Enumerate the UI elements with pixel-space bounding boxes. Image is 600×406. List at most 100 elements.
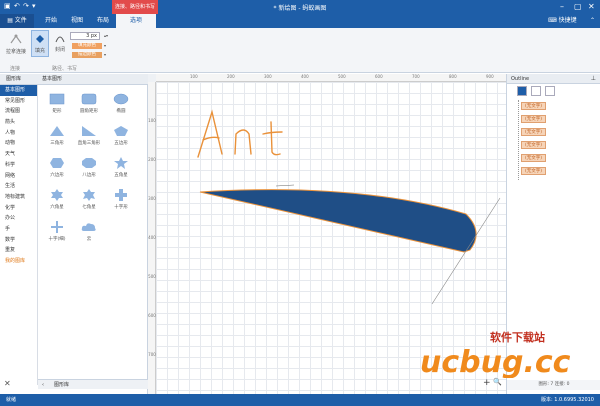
filled-blade-shape[interactable] xyxy=(199,189,477,253)
category-item[interactable]: 基本图形 xyxy=(0,85,37,96)
shape-star6[interactable]: 六角星 xyxy=(42,187,72,215)
library-header: 图形库 xyxy=(0,74,38,85)
zoom-search-icon[interactable]: 🔍 xyxy=(493,378,502,386)
outline-item[interactable]: (无文字) xyxy=(521,128,547,136)
category-item[interactable]: 化学 xyxy=(0,203,37,214)
category-item[interactable]: 天气 xyxy=(0,149,37,160)
shape-right-triangle[interactable]: 直角三角形 xyxy=(74,123,104,151)
ruler-tick: 100 xyxy=(190,74,198,79)
outline-refresh-icon[interactable] xyxy=(545,86,555,96)
version-text: 版本: 1.0.6995.32010 xyxy=(540,397,594,403)
shape-rounded-rect[interactable]: 圆角矩形 xyxy=(74,91,104,119)
right-triangle-icon xyxy=(82,126,96,136)
category-item[interactable]: 地标建筑 xyxy=(0,192,37,203)
tab-layout[interactable]: 布局 xyxy=(90,14,116,28)
shape-hexagon[interactable]: 六边形 xyxy=(42,155,72,183)
fill-color-button[interactable]: 填充颜色 xyxy=(72,43,102,49)
close-path-icon xyxy=(55,36,65,43)
outline-item[interactable]: (无文字) xyxy=(521,141,547,149)
shortcut-link[interactable]: ⌨ 快捷键 xyxy=(548,14,577,28)
star7-icon xyxy=(83,189,95,201)
window-title: * 新绘图 - 蚂蚁画图 xyxy=(273,5,327,12)
outline-item[interactable]: (无文字) xyxy=(521,167,547,175)
category-item[interactable]: 常见图形 xyxy=(0,96,37,107)
category-item[interactable]: 办公 xyxy=(0,213,37,224)
outline-tree-icon[interactable] xyxy=(517,86,527,96)
fill-bucket-icon xyxy=(36,35,44,43)
pentagon-icon xyxy=(114,126,128,136)
category-item[interactable]: 手 xyxy=(0,224,37,235)
stroke-color-button[interactable]: 描边颜色 xyxy=(72,52,102,58)
stroke-width-input[interactable]: 3 px xyxy=(70,32,100,40)
watermark-logo: 软件下载站 ucbug.cc xyxy=(420,330,571,380)
shape-thin-cross[interactable]: 十字(细) xyxy=(42,219,72,247)
ribbon-tab-bar: ▤ 文件 开始 视图 布局 选项 ⌨ 快捷键 ⌃ xyxy=(0,14,600,28)
pin-icon[interactable]: ⊥ xyxy=(591,74,596,84)
tab-home[interactable]: 开始 xyxy=(38,14,64,28)
close-icon[interactable]: ✕ xyxy=(4,379,11,388)
chevron-down-icon[interactable]: ▾ xyxy=(104,52,106,57)
group-label-path: 路径、书写 xyxy=(52,66,78,72)
shape-grid: 矩形 圆角矩形 椭圆 三角形 直角三角形 五边形 六边形 八边形 五角星 六角星… xyxy=(38,85,148,375)
handwriting-ant[interactable] xyxy=(197,109,283,158)
library-footer[interactable]: ‹ 图形库 xyxy=(38,379,148,389)
outline-footer: 图形: 7 连接: 0 xyxy=(507,380,600,390)
collapse-ribbon-icon[interactable]: ⌃ xyxy=(590,14,595,28)
shape-pentagon[interactable]: 五边形 xyxy=(106,123,136,151)
spinner-icon[interactable]: ▴▾ xyxy=(104,33,108,38)
outline-item[interactable]: (无文字) xyxy=(521,115,547,123)
category-item-my-library[interactable]: 我的图库 xyxy=(0,256,37,267)
ruler-tick: 500 xyxy=(148,274,156,279)
category-item[interactable]: 科学 xyxy=(0,160,37,171)
cross-icon xyxy=(115,189,127,201)
shape-star5[interactable]: 五角星 xyxy=(106,155,136,183)
ruler-tick: 800 xyxy=(449,74,457,79)
shape-rectangle[interactable]: 矩形 xyxy=(42,91,72,119)
tab-file[interactable]: ▤ 文件 xyxy=(0,14,34,28)
star5-icon xyxy=(114,157,128,169)
watermark-line1: 软件下载站 xyxy=(490,330,545,344)
shape-triangle[interactable]: 三角形 xyxy=(42,123,72,151)
shape-ellipse[interactable]: 椭圆 xyxy=(106,91,136,119)
keyboard-icon: ⌨ xyxy=(548,17,557,24)
status-text: 就绪 xyxy=(6,397,17,403)
connector-line[interactable] xyxy=(275,184,295,187)
category-item[interactable]: 重复 xyxy=(0,245,37,256)
minimize-icon[interactable]: – xyxy=(560,2,564,11)
zoom-in-button[interactable]: + xyxy=(483,378,491,388)
vertical-ruler: 100 200 300 400 500 600 700 xyxy=(148,82,156,394)
ruler-tick: 600 xyxy=(148,313,156,318)
outline-connect-icon[interactable] xyxy=(531,86,541,96)
shape-star7[interactable]: 七角星 xyxy=(74,187,104,215)
close-path-button[interactable]: 封闭 xyxy=(51,32,69,53)
category-item[interactable]: 流程图 xyxy=(0,106,37,117)
close-icon[interactable]: ✕ xyxy=(588,2,595,11)
category-item[interactable]: 数学 xyxy=(0,235,37,246)
category-item[interactable]: 生活 xyxy=(0,181,37,192)
status-bar: 就绪 版本: 1.0.6995.32010 xyxy=(0,394,600,406)
ruler-tick: 100 xyxy=(148,118,156,123)
shape-cloud[interactable]: 云 xyxy=(74,219,104,247)
outline-item[interactable]: (无文字) xyxy=(521,154,547,162)
fill-button[interactable]: 填充 xyxy=(31,30,49,57)
tab-options[interactable]: 选项 xyxy=(116,14,156,28)
chevron-left-icon[interactable]: ‹ xyxy=(42,380,44,390)
watermark-line2: ucbug.cc xyxy=(420,345,571,378)
restore-icon[interactable]: ▢ xyxy=(574,2,582,11)
thin-cross-icon xyxy=(51,221,63,233)
chevron-down-icon[interactable]: ▾ xyxy=(104,43,106,48)
close-connection-button[interactable]: 拉拿连接 xyxy=(4,32,28,55)
shape-cross[interactable]: 十字形 xyxy=(106,187,136,215)
hexagon-icon xyxy=(50,158,64,168)
ruler-tick: 300 xyxy=(148,196,156,201)
tab-view[interactable]: 视图 xyxy=(64,14,90,28)
category-list: 基本图形 常见图形 流程图 箭头 人物 动物 天气 科学 网络 生活 地标建筑 … xyxy=(0,85,38,385)
category-item[interactable]: 人物 xyxy=(0,128,37,139)
outline-item[interactable]: (无文字) xyxy=(521,102,547,110)
cloud-icon xyxy=(81,223,96,231)
rounded-rect-icon xyxy=(81,93,97,105)
category-item[interactable]: 动物 xyxy=(0,138,37,149)
category-item[interactable]: 箭头 xyxy=(0,117,37,128)
category-item[interactable]: 网络 xyxy=(0,171,37,182)
shape-octagon[interactable]: 八边形 xyxy=(74,155,104,183)
